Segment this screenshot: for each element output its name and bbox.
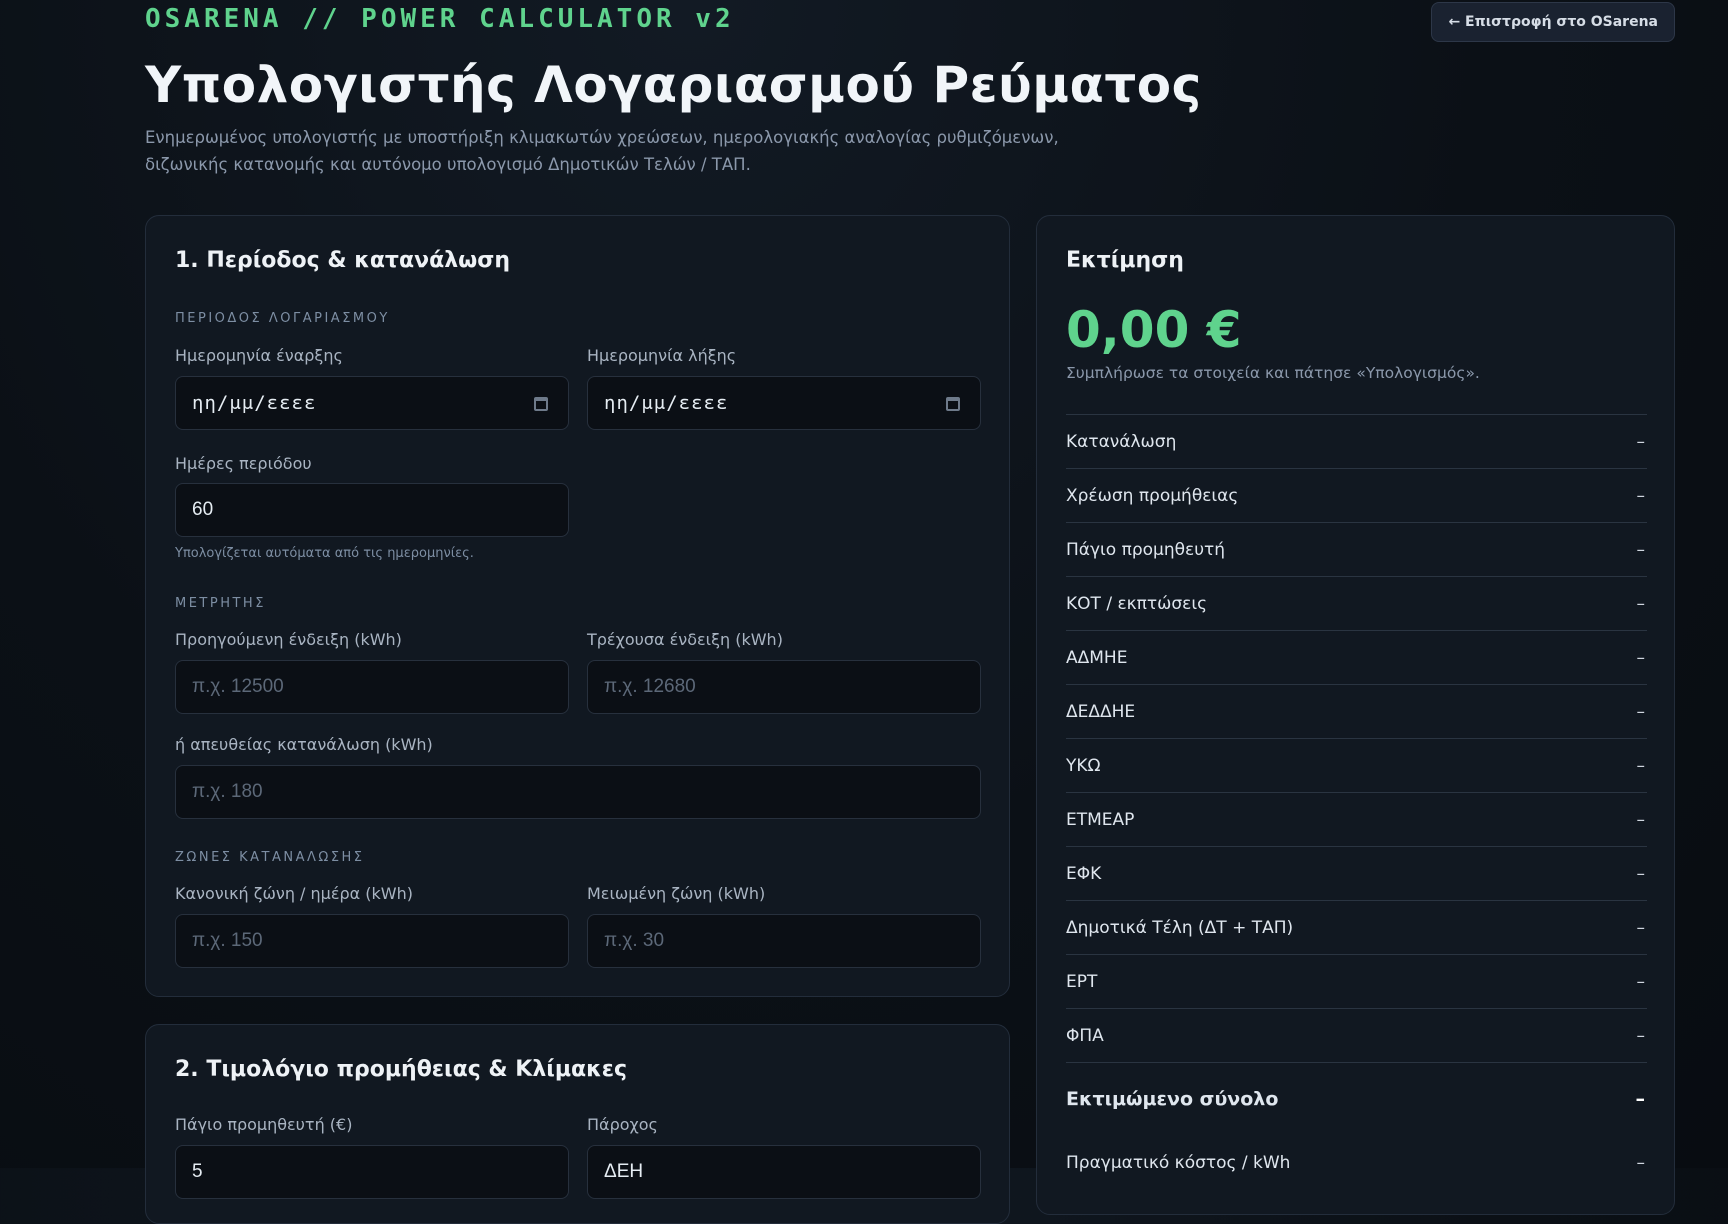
cost-per-kwh-label: Πραγματικό κόστος / kWh: [1066, 1153, 1291, 1173]
row-label: Δημοτικά Τέλη (ΔΤ + ΤΑΠ): [1066, 917, 1294, 938]
breakdown-row: ΦΠΑ –: [1066, 1009, 1647, 1063]
end-date-value: ηη/μμ/εεεε: [604, 392, 729, 414]
cost-per-kwh-value: –: [1636, 1153, 1646, 1173]
period-days-input[interactable]: 60: [175, 483, 569, 537]
normal-zone-label: Κανονική ζώνη / ημέρα (kWh): [175, 884, 413, 903]
tariff-card: 2. Τιμολόγιο προμήθειας & Κλίμακες Πάγιο…: [145, 1024, 1010, 1224]
cost-per-kwh-row: Πραγματικό κόστος / kWh –: [1066, 1135, 1647, 1191]
row-value: –: [1636, 809, 1646, 830]
row-value: –: [1636, 863, 1646, 884]
normal-zone-input[interactable]: π.χ. 150: [175, 914, 569, 968]
row-label: ΥΚΩ: [1066, 755, 1101, 776]
zones-section-label: ΖΩΝΕΣ ΚΑΤΑΝΑΛΩΣΗΣ: [175, 850, 365, 865]
current-reading-input[interactable]: π.χ. 12680: [587, 660, 981, 714]
page-title: Υπολογιστής Λογαριασμού Ρεύματος: [145, 56, 1202, 114]
total-label: Εκτιμώμενο σύνολο: [1066, 1088, 1279, 1110]
billing-period-section-label: ΠΕΡΙΟΔΟΣ ΛΟΓΑΡΙΑΣΜΟΥ: [175, 311, 390, 326]
previous-reading-label: Προηγούμενη ένδειξη (kWh): [175, 630, 402, 649]
previous-reading-input[interactable]: π.χ. 12500: [175, 660, 569, 714]
row-label: ΑΔΜΗΕ: [1066, 647, 1128, 668]
calendar-icon[interactable]: [534, 397, 548, 411]
row-label: Κατανάλωση: [1066, 431, 1177, 452]
row-label: Χρέωση προμήθειας: [1066, 485, 1239, 506]
calendar-icon[interactable]: [946, 397, 960, 411]
section2-heading: 2. Τιμολόγιο προμήθειας & Κλίμακες: [175, 1057, 628, 1082]
breakdown-row: ΕΤΜΕΑΡ –: [1066, 793, 1647, 847]
reduced-zone-input[interactable]: π.χ. 30: [587, 914, 981, 968]
start-date-label: Ημερομηνία έναρξης: [175, 346, 343, 365]
row-label: Πάγιο προμηθευτή: [1066, 539, 1226, 560]
breakdown-row: Δημοτικά Τέλη (ΔΤ + ΤΑΠ) –: [1066, 901, 1647, 955]
start-date-input[interactable]: ηη/μμ/εεεε: [175, 376, 569, 430]
reduced-zone-label: Μειωμένη ζώνη (kWh): [587, 884, 766, 903]
breakdown-row: ΕΡΤ –: [1066, 955, 1647, 1009]
row-value: –: [1636, 971, 1646, 992]
row-label: ΦΠΑ: [1066, 1025, 1104, 1046]
row-label: ΕΦΚ: [1066, 863, 1102, 884]
period-days-label: Ημέρες περιόδου: [175, 454, 312, 473]
row-label: ΕΤΜΕΑΡ: [1066, 809, 1135, 830]
page-subtitle: Ενημερωμένος υπολογιστής με υποστήριξη κ…: [145, 128, 1059, 174]
row-value: –: [1636, 1025, 1646, 1046]
row-value: –: [1636, 431, 1646, 452]
row-value: –: [1636, 917, 1646, 938]
section1-heading: 1. Περίοδος & κατανάλωση: [175, 248, 511, 273]
estimate-note: Συμπλήρωσε τα στοιχεία και πάτησε «Υπολο…: [1066, 364, 1480, 382]
estimate-card: Εκτίμηση 0,00 € Συμπλήρωσε τα στοιχεία κ…: [1036, 215, 1675, 1215]
direct-consumption-label: ή απευθείας κατανάλωση (kWh): [175, 735, 433, 754]
supplier-fixed-input[interactable]: 5: [175, 1145, 569, 1199]
provider-select[interactable]: ΔΕΗ: [587, 1145, 981, 1199]
period-days-hint: Υπολογίζεται αυτόματα από τις ημερομηνίε…: [175, 546, 474, 561]
brand-logo-text: OSARENA // POWER CALCULATOR v2: [145, 4, 735, 34]
breakdown-row: ΚΟΤ / εκπτώσεις –: [1066, 577, 1647, 631]
breakdown-row: Κατανάλωση –: [1066, 415, 1647, 469]
row-value: –: [1636, 485, 1646, 506]
provider-label: Πάροχος: [587, 1115, 658, 1134]
estimate-heading: Εκτίμηση: [1066, 248, 1184, 273]
row-label: ΕΡΤ: [1066, 971, 1098, 992]
row-label: ΔΕΔΔΗΕ: [1066, 701, 1136, 722]
breakdown-row: Χρέωση προμήθειας –: [1066, 469, 1647, 523]
breakdown-row: ΕΦΚ –: [1066, 847, 1647, 901]
current-reading-label: Τρέχουσα ένδειξη (kWh): [587, 630, 783, 649]
breakdown-row: ΥΚΩ –: [1066, 739, 1647, 793]
direct-consumption-input[interactable]: π.χ. 180: [175, 765, 981, 819]
row-value: –: [1636, 755, 1646, 776]
breakdown-row: ΔΕΔΔΗΕ –: [1066, 685, 1647, 739]
row-value: –: [1636, 593, 1646, 614]
estimate-amount: 0,00 €: [1066, 301, 1242, 359]
breakdown-row: ΑΔΜΗΕ –: [1066, 631, 1647, 685]
period-consumption-card: 1. Περίοδος & κατανάλωση ΠΕΡΙΟΔΟΣ ΛΟΓΑΡΙ…: [145, 215, 1010, 997]
back-to-osarena-button[interactable]: ← Επιστροφή στο OSarena: [1431, 2, 1675, 42]
estimated-total-row: Εκτιμώμενο σύνολο –: [1066, 1063, 1647, 1135]
row-label: ΚΟΤ / εκπτώσεις: [1066, 593, 1208, 614]
breakdown-row: Πάγιο προμηθευτή –: [1066, 523, 1647, 577]
start-date-value: ηη/μμ/εεεε: [192, 392, 317, 414]
row-value: –: [1636, 701, 1646, 722]
meter-section-label: ΜΕΤΡΗΤΗΣ: [175, 596, 266, 611]
end-date-input[interactable]: ηη/μμ/εεεε: [587, 376, 981, 430]
row-value: –: [1636, 539, 1646, 560]
end-date-label: Ημερομηνία λήξης: [587, 346, 737, 365]
estimate-breakdown: Κατανάλωση – Χρέωση προμήθειας – Πάγιο προ…: [1066, 414, 1647, 1191]
total-value: –: [1635, 1088, 1646, 1110]
supplier-fixed-label: Πάγιο προμηθευτή (€): [175, 1115, 353, 1134]
row-value: –: [1636, 647, 1646, 668]
